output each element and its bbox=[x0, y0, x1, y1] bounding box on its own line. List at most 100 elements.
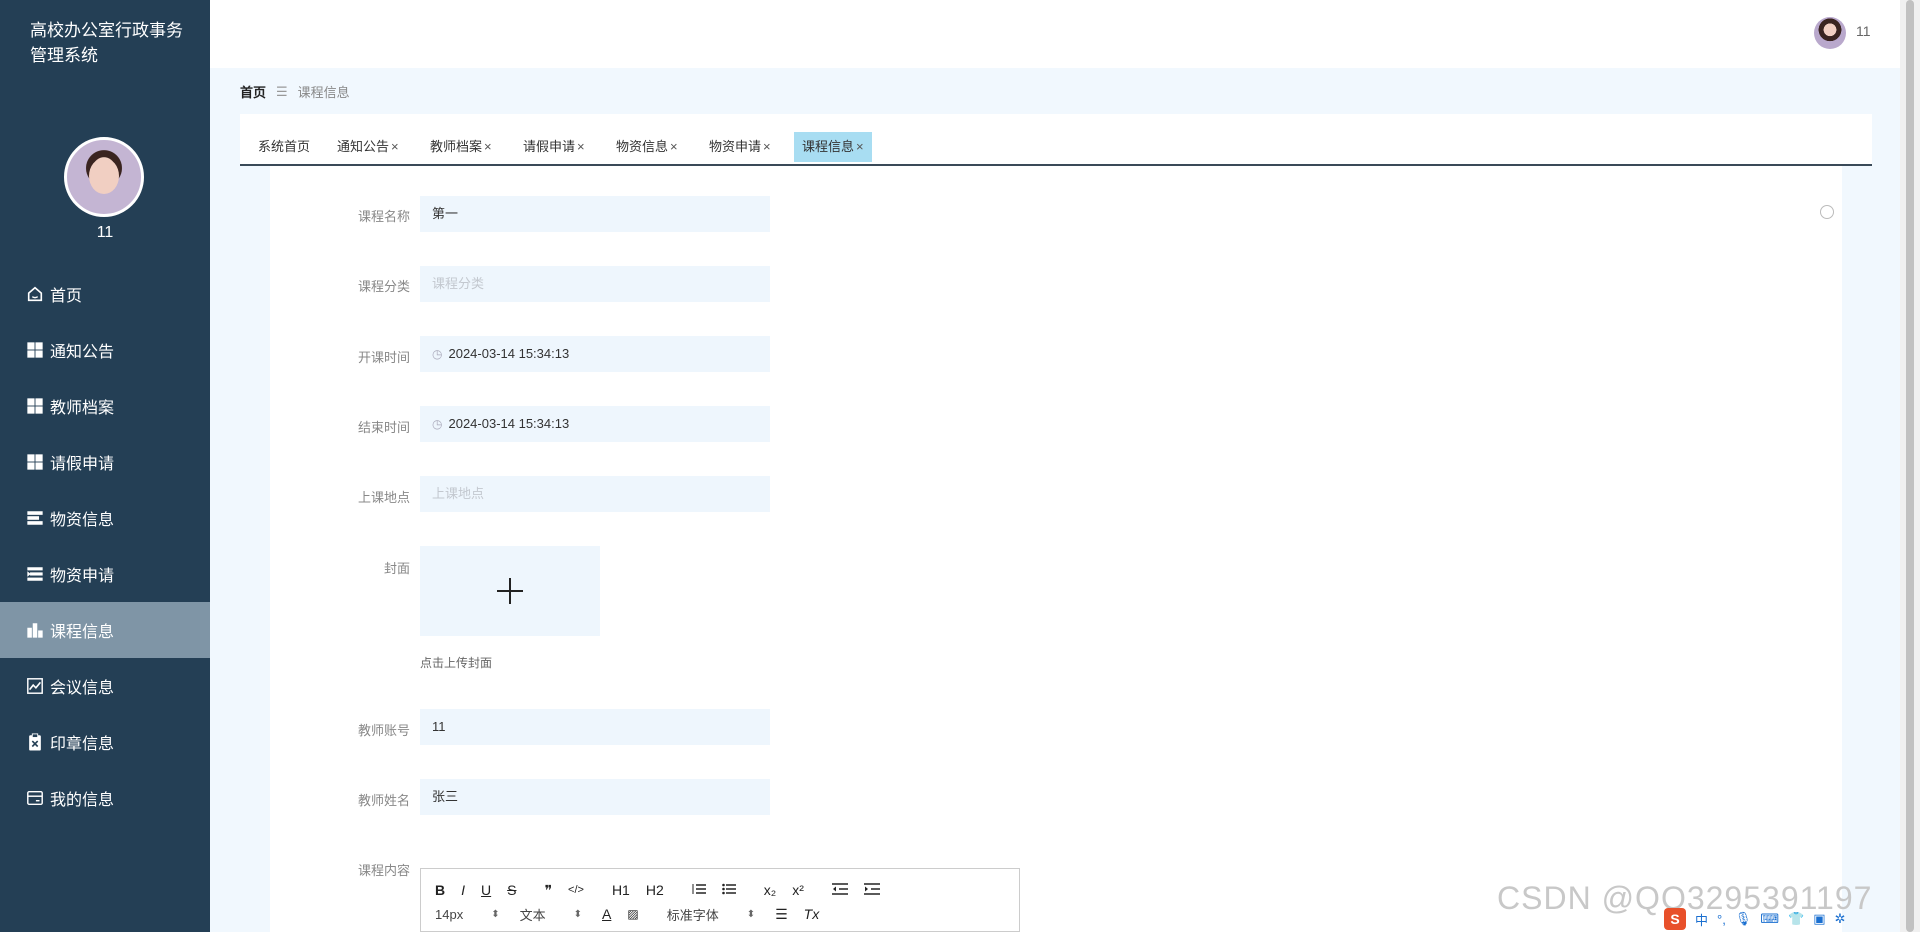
strike-button[interactable]: S bbox=[507, 882, 516, 898]
cover-label: 封面 bbox=[383, 561, 410, 576]
sidebar-item-leave[interactable]: 请假申请 bbox=[0, 434, 210, 490]
h1-button[interactable]: H1 bbox=[612, 882, 630, 898]
course-category-input[interactable]: 课程分类 bbox=[420, 266, 770, 302]
sidebar-item-label: 请假申请 bbox=[50, 456, 115, 473]
header-avatar[interactable] bbox=[1814, 17, 1846, 49]
grid-icon bbox=[25, 396, 45, 416]
end-time-value: 2024-03-14 15:34:13 bbox=[448, 416, 570, 431]
breadcrumb: 首页 ☰ 课程信息 bbox=[240, 82, 350, 101]
keyboard-icon[interactable]: ⌨ bbox=[1760, 911, 1779, 927]
sidebar-item-seals[interactable]: 印章信息 bbox=[0, 714, 210, 770]
chevron-updown-icon: ⬍ bbox=[573, 908, 582, 920]
code-button[interactable]: </> bbox=[568, 884, 584, 896]
outdent-icon[interactable] bbox=[831, 882, 848, 898]
rich-text-editor[interactable]: B I U S ❞ </> H1 H2 x₂ x² 14px ⬍ 文本 ⬍ A ▨ … bbox=[420, 868, 1020, 932]
tab-label: 物资申请 bbox=[709, 139, 762, 154]
header-username[interactable]: 11 bbox=[1856, 23, 1871, 39]
font-size-value: 14px bbox=[435, 906, 464, 922]
tab-leave[interactable]: 请假申请 × bbox=[515, 132, 593, 162]
close-icon[interactable]: × bbox=[670, 139, 678, 154]
ime-language[interactable]: 中 bbox=[1695, 910, 1708, 929]
course-name-label: 课程名称 bbox=[357, 209, 410, 224]
start-time-picker[interactable]: ◷ 2024-03-14 15:34:13 bbox=[420, 336, 770, 372]
sidebar-item-label: 物资信息 bbox=[50, 512, 115, 529]
sidebar-item-notices[interactable]: 通知公告 bbox=[0, 322, 210, 378]
clear-format-icon[interactable]: Tx bbox=[804, 906, 820, 922]
ordered-list-icon[interactable] bbox=[692, 882, 706, 898]
ime-toolbar: S 中 °, 🎙 ⌨ 👕 ▣ ✲ bbox=[1664, 906, 1900, 932]
tab-teacher-files[interactable]: 教师档案 × bbox=[422, 132, 500, 162]
location-input[interactable]: 上课地点 bbox=[420, 476, 770, 512]
tab-label: 物资信息 bbox=[616, 139, 669, 154]
close-icon[interactable]: × bbox=[391, 139, 399, 154]
clock-icon: ◷ bbox=[432, 417, 443, 431]
teacher-account-input[interactable]: 11 bbox=[420, 709, 770, 745]
quote-icon[interactable]: ❞ bbox=[544, 882, 552, 899]
list-indent-icon bbox=[25, 564, 45, 584]
page-scrollbar[interactable] bbox=[1900, 0, 1920, 932]
tab-supply-request[interactable]: 物资申请 × bbox=[701, 132, 779, 162]
sidebar-item-supply-request[interactable]: 物资申请 bbox=[0, 546, 210, 602]
breadcrumb-home[interactable]: 首页 bbox=[240, 82, 266, 101]
font-family-value: 标准字体 bbox=[666, 907, 719, 923]
toolbox-icon[interactable]: ▣ bbox=[1813, 911, 1825, 927]
location-label: 上课地点 bbox=[357, 490, 410, 505]
sidebar-username: 11 bbox=[96, 224, 114, 241]
start-time-label: 开课时间 bbox=[357, 350, 410, 365]
sidebar-item-teacher-files[interactable]: 教师档案 bbox=[0, 378, 210, 434]
clock-icon: ◷ bbox=[432, 347, 443, 361]
settings-icon[interactable]: ✲ bbox=[1835, 911, 1846, 927]
grid-icon bbox=[25, 340, 45, 360]
tab-label: 课程信息 bbox=[802, 139, 855, 154]
teacher-name-input[interactable]: 张三 bbox=[420, 779, 770, 815]
sidebar-item-meetings[interactable]: 会议信息 bbox=[0, 658, 210, 714]
close-icon[interactable]: × bbox=[577, 139, 585, 154]
subscript-button[interactable]: x₂ bbox=[764, 882, 776, 898]
tab-course-info[interactable]: 课程信息 × bbox=[794, 132, 872, 162]
cover-upload-button[interactable] bbox=[420, 546, 600, 636]
superscript-button[interactable]: x² bbox=[792, 882, 804, 898]
background-color-icon[interactable]: ▨ bbox=[627, 907, 638, 921]
ime-logo-icon[interactable]: S bbox=[1664, 908, 1686, 930]
end-time-picker[interactable]: ◷ 2024-03-14 15:34:13 bbox=[420, 406, 770, 442]
sidebar-item-course-info[interactable]: 课程信息 bbox=[0, 602, 210, 658]
font-color-icon[interactable]: A bbox=[602, 906, 611, 922]
course-content-label: 课程内容 bbox=[357, 863, 410, 878]
italic-button[interactable]: I bbox=[461, 882, 465, 898]
font-family-select[interactable]: 标准字体 ⬍ bbox=[667, 905, 755, 924]
breadcrumb-separator-icon: ☰ bbox=[276, 83, 288, 99]
scrollbar-thumb[interactable] bbox=[1906, 0, 1914, 932]
h2-button[interactable]: H2 bbox=[646, 882, 664, 898]
course-category-label: 课程分类 bbox=[357, 279, 410, 294]
close-icon[interactable]: × bbox=[856, 139, 864, 154]
course-name-input[interactable]: 第一 bbox=[420, 196, 770, 232]
app-title: 高校办公室行政事务管理系统 bbox=[30, 21, 183, 65]
indent-icon[interactable] bbox=[863, 882, 880, 898]
line-chart-icon bbox=[25, 676, 45, 696]
bold-button[interactable]: B bbox=[435, 882, 445, 898]
text-type-select[interactable]: 文本 ⬍ bbox=[520, 905, 582, 924]
home-icon bbox=[25, 284, 45, 304]
skin-icon[interactable]: 👕 bbox=[1788, 911, 1804, 927]
sidebar-item-supplies[interactable]: 物资信息 bbox=[0, 490, 210, 546]
font-size-select[interactable]: 14px ⬍ bbox=[435, 907, 500, 922]
start-time-value: 2024-03-14 15:34:13 bbox=[448, 346, 570, 361]
sidebar-menu: 首页 通知公告 教师档案 请假申请 物资信息 物资申请 课程信息 会议信息 印章… bbox=[0, 266, 210, 826]
tab-supplies[interactable]: 物资信息 × bbox=[608, 132, 686, 162]
tab-label: 系统首页 bbox=[258, 139, 311, 154]
underline-button[interactable]: U bbox=[481, 882, 491, 898]
tab-notices[interactable]: 通知公告 × bbox=[329, 132, 407, 162]
sidebar-item-my-info[interactable]: 我的信息 bbox=[0, 770, 210, 826]
microphone-icon[interactable]: 🎙 bbox=[1735, 911, 1752, 927]
breadcrumb-current: 课程信息 bbox=[297, 85, 350, 100]
close-icon[interactable]: × bbox=[763, 139, 771, 154]
sidebar-item-home[interactable]: 首页 bbox=[0, 266, 210, 322]
close-icon[interactable]: × bbox=[484, 139, 492, 154]
punctuation-icon[interactable]: °, bbox=[1717, 912, 1726, 927]
bullet-list-icon[interactable] bbox=[721, 882, 736, 898]
align-icon[interactable]: ☰ bbox=[775, 906, 788, 923]
text-type-value: 文本 bbox=[519, 907, 546, 923]
tab-system-home[interactable]: 系统首页 bbox=[250, 132, 318, 162]
top-header: 11 bbox=[210, 0, 1900, 68]
scroll-indicator-icon[interactable] bbox=[1820, 205, 1834, 219]
